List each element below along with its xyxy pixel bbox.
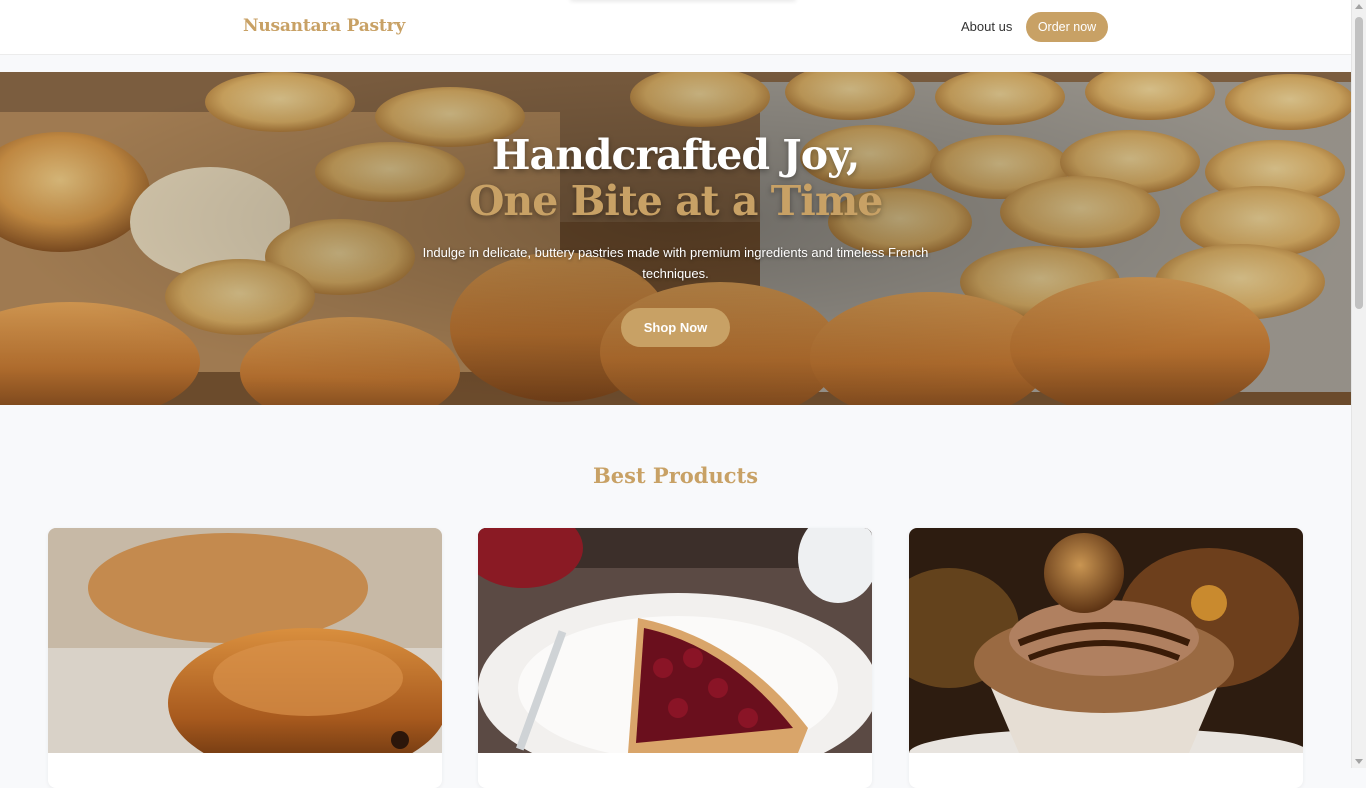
order-now-button[interactable]: Order now bbox=[1026, 12, 1108, 42]
pain-au-chocolat-image bbox=[48, 528, 442, 753]
hero-content: Handcrafted Joy, One Bite at a Time Indu… bbox=[0, 132, 1351, 347]
scroll-up-arrow-icon[interactable] bbox=[1355, 4, 1363, 9]
nav-about-link[interactable]: About us bbox=[961, 19, 1012, 34]
product-card-2[interactable] bbox=[478, 528, 872, 788]
best-products-title: Best Products bbox=[592, 463, 759, 488]
product-card-3[interactable] bbox=[909, 528, 1303, 788]
brand-logo[interactable]: Nusantara Pastry bbox=[243, 16, 405, 36]
cherry-tart-image bbox=[478, 528, 872, 753]
hero-banner: Handcrafted Joy, One Bite at a Time Indu… bbox=[0, 72, 1351, 405]
page-scrollbar[interactable] bbox=[1351, 0, 1366, 768]
chocolate-cupcake-image bbox=[909, 528, 1303, 753]
hero-subtitle: Indulge in delicate, buttery pastries ma… bbox=[422, 245, 929, 281]
hero-title: Handcrafted Joy, bbox=[491, 131, 860, 179]
scroll-thumb[interactable] bbox=[1355, 17, 1363, 309]
hero-title-accent: One Bite at a Time bbox=[468, 177, 884, 225]
scroll-down-arrow-icon[interactable] bbox=[1355, 759, 1363, 764]
site-header: Nusantara Pastry About us Order now bbox=[0, 0, 1351, 55]
product-card-1[interactable] bbox=[48, 528, 442, 788]
shop-now-button[interactable]: Shop Now bbox=[621, 308, 730, 347]
